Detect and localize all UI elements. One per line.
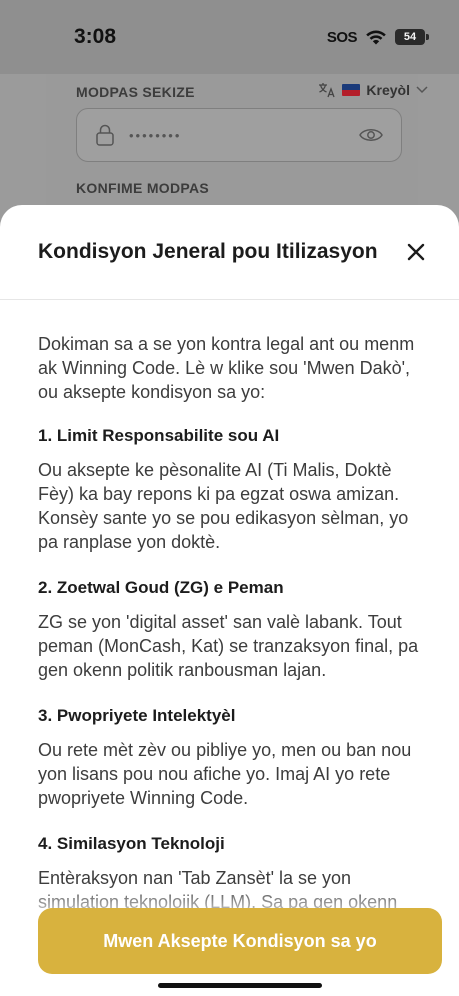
lock-icon: [96, 124, 114, 146]
password-field: ••••••••: [76, 108, 402, 162]
sos-indicator: SOS: [326, 28, 358, 46]
section-text: Ou rete mèt zèv ou pibliye yo, men ou ba…: [38, 740, 412, 808]
section-title: 4. Similasyon Teknoloji: [38, 834, 225, 853]
accept-terms-button[interactable]: Mwen Aksepte Kondisyon sa yo: [38, 908, 442, 974]
terms-content[interactable]: Dokiman sa a se yon kontra legal ant ou …: [0, 300, 459, 914]
section-text: ZG se yon 'digital asset' san valè laban…: [38, 612, 419, 680]
battery-nub: [426, 34, 429, 40]
section-title: 1. Limit Responsabilite sou AI: [38, 426, 280, 445]
battery-level: 54: [403, 31, 417, 43]
chevron-down-icon: [416, 86, 428, 94]
status-icons: SOS 54: [326, 28, 429, 46]
close-icon: [407, 243, 425, 261]
eye-icon: [359, 129, 383, 141]
home-indicator: [158, 983, 322, 988]
section-title: 2. Zoetwal Goud (ZG) e Peman: [38, 578, 284, 597]
confirm-password-label: KONFIME MODPAS: [76, 180, 210, 196]
status-bar: 3:08 SOS 54: [0, 0, 459, 74]
language-switcher: Kreyòl: [318, 82, 428, 98]
wifi-icon: [366, 30, 386, 45]
translate-icon: [319, 83, 336, 98]
modal-title: Kondisyon Jeneral pou Itilizasyon: [38, 240, 378, 263]
modal-header: Kondisyon Jeneral pou Itilizasyon: [0, 205, 459, 300]
section-title: 3. Pwopriyete Intelektyèl: [38, 706, 236, 725]
status-time: 3:08: [74, 25, 117, 48]
section-text: Ou aksepte ke pèsonalite AI (Ti Malis, D…: [38, 460, 409, 552]
terms-modal: Kondisyon Jeneral pou Itilizasyon Dokima…: [0, 205, 459, 996]
battery-icon: 54: [395, 29, 429, 45]
close-button[interactable]: [403, 239, 429, 265]
password-value: ••••••••: [129, 127, 182, 143]
haiti-flag-icon: [342, 84, 361, 96]
password-label: MODPAS SEKIZE: [76, 84, 195, 100]
language-label: Kreyòl: [366, 82, 410, 98]
terms-intro: Dokiman sa a se yon kontra legal ant ou …: [38, 334, 415, 402]
